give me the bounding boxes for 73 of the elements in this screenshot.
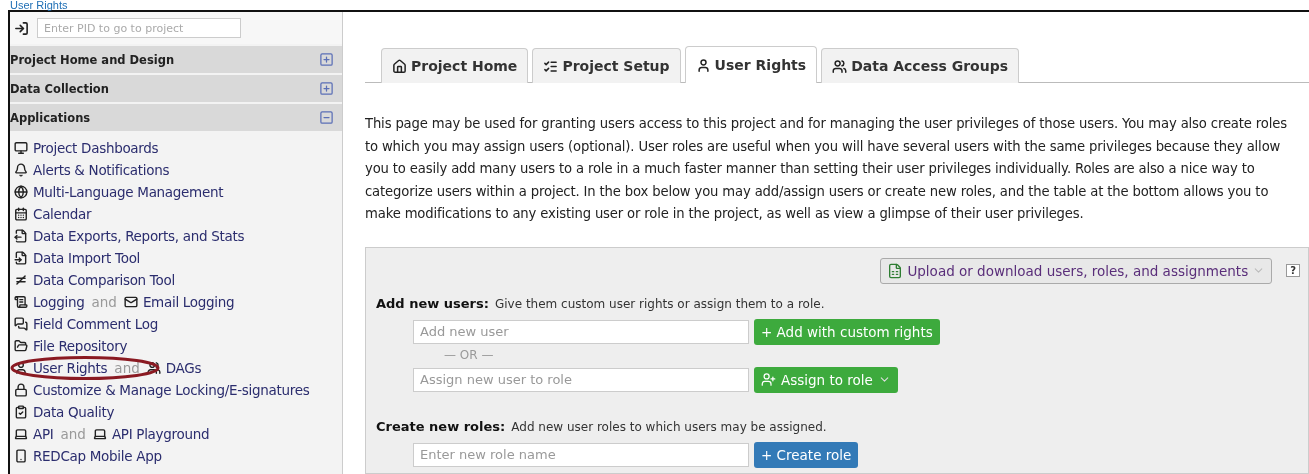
- user-icon: [695, 57, 711, 73]
- users-icon: [146, 361, 161, 375]
- section-header[interactable]: Applications: [10, 102, 342, 131]
- not-equal-icon: [14, 273, 28, 287]
- file-export-icon: [14, 229, 28, 243]
- chat-bubbles-icon: [14, 317, 28, 331]
- sidebar-link[interactable]: Logging: [14, 294, 85, 310]
- folder-icon: [14, 339, 28, 353]
- calendar-icon: [14, 207, 28, 221]
- joiner-text: and: [60, 426, 86, 442]
- joiner-text: and: [91, 294, 117, 310]
- expand-icon[interactable]: [319, 81, 334, 96]
- clipboard-icon: [14, 405, 28, 419]
- sidebar-link[interactable]: Multi-Language Management: [14, 184, 224, 200]
- monitor-icon: [14, 141, 28, 155]
- file-import-icon: [14, 251, 28, 265]
- user-plus-icon: [761, 372, 776, 387]
- sidebar-link[interactable]: REDCap Mobile App: [14, 448, 162, 464]
- sidebar-link[interactable]: File Repository: [14, 338, 128, 354]
- sidebar-link[interactable]: Calendar: [14, 206, 92, 222]
- sidebar-link[interactable]: DAGs: [146, 360, 202, 376]
- joiner-text: and: [114, 360, 140, 376]
- sidebar-link[interactable]: User Rights: [14, 360, 108, 376]
- sidebar-link[interactable]: Data Quality: [14, 404, 115, 420]
- intro-paragraph: This page may be used for granting users access to this project and for managing the user privileges of those users. You may also create roles to which you may assign users (optional). User roles are useful when you will have several users with the same privileges because they allow you to easily add many users to a role in a much faster manner than setting their user privileges individually. Roles are also a nice way to categorize users within a project. In the box below you may add/assign users or create new roles, and the table at the bottom allows you to make modifications to any existing user or role in the project, as well as view a glimpse of their user privileges.: [365, 115, 1288, 223]
- laptop-icon: [92, 427, 107, 441]
- section-title: Applications: [10, 110, 91, 125]
- pid-field[interactable]: Enter PID to go to project: [37, 18, 241, 38]
- lock-icon: [14, 383, 28, 397]
- section-header[interactable]: Data Collection: [10, 73, 342, 102]
- sidebar-link[interactable]: Data Comparison Tool: [14, 272, 175, 288]
- sidebar-link[interactable]: API Playground: [92, 426, 210, 442]
- section-title: Data Collection: [10, 81, 109, 96]
- section-title: Project Home and Design: [10, 52, 175, 67]
- user-icon: [14, 361, 28, 375]
- expand-icon[interactable]: [319, 52, 334, 67]
- tab[interactable]: User Rights: [684, 46, 818, 83]
- add-users-heading: Add new users:: [376, 295, 489, 311]
- create-roles-heading: Create new roles:: [376, 418, 506, 434]
- sidebar-link[interactable]: Project Dashboards: [14, 140, 159, 156]
- users-icon: [832, 58, 848, 74]
- sidebar-link[interactable]: Data Exports, Reports, and Stats: [14, 228, 245, 244]
- laptop-icon: [14, 427, 28, 441]
- sidebar-link[interactable]: Customize & Manage Locking/E-signatures: [14, 382, 310, 398]
- new-user-field[interactable]: Add new user: [413, 319, 749, 344]
- section-header[interactable]: Project Home and Design: [10, 44, 342, 73]
- tab[interactable]: Project Home: [381, 48, 529, 83]
- globe-icon: [14, 185, 28, 199]
- login-icon[interactable]: [14, 20, 29, 36]
- tab[interactable]: Project Setup: [532, 48, 681, 83]
- sidebar-link[interactable]: API: [14, 426, 54, 442]
- sidebar-link[interactable]: Data Import Tool: [14, 250, 141, 266]
- collapse-icon[interactable]: [319, 110, 334, 125]
- upload-download-button[interactable]: Upload or download users, roles, and assignments: [880, 257, 1273, 284]
- home-icon: [392, 58, 407, 74]
- help-button[interactable]: ?: [1286, 264, 1300, 277]
- tab[interactable]: Data Access Groups: [821, 48, 1020, 83]
- envelope-icon: [123, 295, 138, 309]
- document-icon: [14, 295, 28, 309]
- spreadsheet-icon: [887, 262, 904, 279]
- sidebar-link[interactable]: Field Comment Log: [14, 316, 158, 332]
- phone-icon: [14, 449, 28, 463]
- checklist-icon: [543, 58, 559, 74]
- sidebar-link[interactable]: Email Logging: [123, 294, 235, 310]
- create-role-button[interactable]: + Create role: [754, 441, 859, 468]
- role-name-field[interactable]: Enter new role name: [413, 442, 749, 467]
- bell-icon: [14, 163, 28, 177]
- create-roles-hint: Add new user roles to which users may be assigned.: [511, 419, 827, 434]
- sidebar-link[interactable]: Alerts & Notifications: [14, 162, 170, 178]
- or-separator: — OR —: [444, 347, 495, 362]
- assign-user-field[interactable]: Assign new user to role: [413, 367, 749, 392]
- add-users-hint: Give them custom user rights or assign them to a role.: [494, 296, 825, 311]
- page-heading: User Rights: [9, 0, 69, 10]
